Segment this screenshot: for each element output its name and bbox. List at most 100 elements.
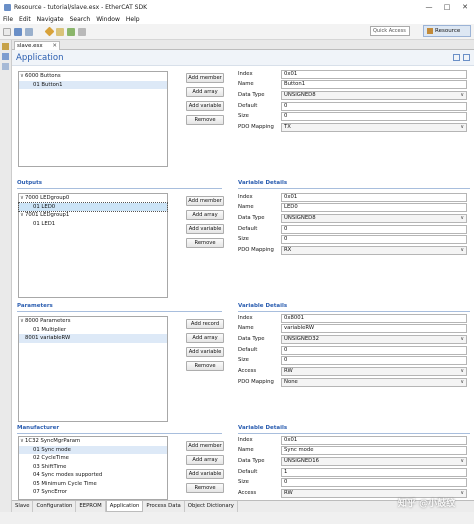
- add-member-button[interactable]: Add member: [186, 73, 224, 83]
- minimize-button[interactable]: —: [420, 3, 438, 11]
- tree-item[interactable]: ∨6000 Buttons: [19, 72, 167, 81]
- outputs-tree[interactable]: ∨7000 LEDgroup0 01 LED0 ∨7001 LEDgroup1 …: [18, 193, 168, 298]
- name-field[interactable]: LED0: [281, 203, 467, 212]
- size-field[interactable]: 0: [281, 235, 467, 244]
- chevron-down-icon: ∨: [460, 368, 464, 374]
- tree-item[interactable]: 01 Button1: [19, 80, 167, 89]
- section-divider: [238, 188, 470, 189]
- add-array-button[interactable]: Add array: [186, 87, 224, 97]
- data-type-select[interactable]: UNSIGNED8 ∨: [281, 91, 467, 100]
- default-field[interactable]: 1: [281, 468, 467, 477]
- run-icon[interactable]: [44, 26, 55, 37]
- menu-file[interactable]: File: [3, 16, 13, 23]
- tree-item[interactable]: 05 Minimum Cycle Time: [19, 480, 167, 489]
- index-field[interactable]: 0x8001: [281, 314, 467, 323]
- size-field[interactable]: 0: [281, 112, 467, 121]
- forward-arrow-icon[interactable]: [78, 27, 86, 36]
- size-field[interactable]: 0: [281, 356, 467, 365]
- add-variable-button[interactable]: Add variable: [186, 224, 224, 234]
- tab-object-dictionary[interactable]: Object Dictionary: [185, 501, 238, 512]
- tree-item[interactable]: 01 Multiplier: [19, 326, 167, 335]
- add-member-button[interactable]: Add member: [186, 196, 224, 206]
- manufacturer-tree[interactable]: ∨1C32 SyncMgrParam 01 Sync mode 02 Cycle…: [18, 436, 168, 500]
- refresh-icon[interactable]: [453, 54, 460, 61]
- access-select[interactable]: RW ∨: [281, 367, 467, 376]
- add-array-button[interactable]: Add array: [186, 333, 224, 343]
- name-field[interactable]: variableRW: [281, 324, 467, 333]
- new-icon[interactable]: [3, 27, 11, 36]
- pdo-mapping-select[interactable]: RX ∨: [281, 246, 467, 255]
- menu-window[interactable]: Window: [96, 16, 120, 23]
- add-variable-button[interactable]: Add variable: [186, 101, 224, 111]
- add-variable-button[interactable]: Add variable: [186, 469, 224, 479]
- tree-item[interactable]: 8001 variableRW: [19, 334, 167, 343]
- menu-search[interactable]: Search: [70, 16, 91, 23]
- property-label: Data Type: [238, 215, 265, 221]
- add-variable-button[interactable]: Add variable: [186, 347, 224, 357]
- remove-button[interactable]: Remove: [186, 483, 224, 493]
- name-field[interactable]: Button1: [281, 80, 467, 89]
- tree-item[interactable]: 07 SyncError: [19, 488, 167, 497]
- data-type-select[interactable]: UNSIGNED16 ∨: [281, 457, 467, 466]
- tab-eeprom[interactable]: EEPROM: [76, 501, 106, 512]
- inputs-tree[interactable]: ∨6000 Buttons 01 Button1: [18, 71, 168, 167]
- tree-item[interactable]: 04 Sync modes supported: [19, 471, 167, 480]
- data-type-select[interactable]: UNSIGNED32 ∨: [281, 335, 467, 344]
- index-field[interactable]: 0x01: [281, 193, 467, 202]
- outline-icon[interactable]: [2, 53, 9, 60]
- tab-slave[interactable]: Slave: [12, 501, 34, 512]
- tree-item[interactable]: 03 ShiftTime: [19, 463, 167, 472]
- tree-item[interactable]: ∨1C32 SyncMgrParam: [19, 437, 167, 446]
- default-field[interactable]: 0: [281, 102, 467, 111]
- save-icon[interactable]: [14, 27, 22, 36]
- menu-edit[interactable]: Edit: [19, 16, 31, 23]
- tab-process-data[interactable]: Process Data: [143, 501, 185, 512]
- tree-item[interactable]: 01 LED0: [18, 201, 168, 212]
- build-icon[interactable]: [56, 27, 64, 36]
- tree-item-label: 07 SyncError: [33, 489, 68, 495]
- tab-configuration[interactable]: Configuration: [33, 501, 77, 512]
- save-all-icon[interactable]: [25, 27, 33, 36]
- add-array-button[interactable]: Add array: [186, 210, 224, 220]
- select-value: RW: [284, 490, 293, 496]
- maximize-button[interactable]: □: [438, 3, 456, 11]
- default-field[interactable]: 0: [281, 346, 467, 355]
- index-field[interactable]: 0x01: [281, 436, 467, 445]
- default-field[interactable]: 0: [281, 225, 467, 234]
- tree-item[interactable]: ∨7000 LEDgroup0: [19, 194, 167, 203]
- remove-button[interactable]: Remove: [186, 361, 224, 371]
- help-icon[interactable]: [463, 54, 470, 61]
- tree-item[interactable]: 01 LED1: [19, 220, 167, 229]
- tree-item-label: 03 ShiftTime: [33, 463, 67, 470]
- remove-button[interactable]: Remove: [186, 238, 224, 248]
- menu-help[interactable]: Help: [126, 16, 140, 23]
- add-array-button[interactable]: Add array: [186, 455, 224, 465]
- tree-item[interactable]: ∨8000 Parameters: [19, 317, 167, 326]
- close-icon[interactable]: ✕: [52, 43, 57, 49]
- property-label: Data Type: [238, 336, 265, 342]
- pdo-mapping-select[interactable]: None ∨: [281, 378, 467, 387]
- left-trim-bar: [0, 40, 12, 524]
- property-label: PDO Mapping: [238, 124, 274, 130]
- pdo-mapping-select[interactable]: TX ∨: [281, 123, 467, 132]
- remove-button[interactable]: Remove: [186, 115, 224, 125]
- close-button[interactable]: ✕: [456, 3, 474, 11]
- parameters-tree[interactable]: ∨8000 Parameters 01 Multiplier 8001 vari…: [18, 316, 168, 422]
- editor-tab-slave[interactable]: slave.esx ✕: [14, 41, 60, 50]
- tree-item[interactable]: 02 CycleTime: [19, 454, 167, 463]
- menu-navigate[interactable]: Navigate: [37, 16, 64, 23]
- name-field[interactable]: Sync mode: [281, 446, 467, 455]
- add-record-button[interactable]: Add record: [186, 319, 224, 329]
- perspective-button[interactable]: Resource: [423, 25, 471, 37]
- data-type-select[interactable]: UNSIGNED8 ∨: [281, 214, 467, 223]
- back-arrow-icon[interactable]: [67, 27, 75, 36]
- index-field[interactable]: 0x01: [281, 70, 467, 79]
- tab-application[interactable]: Application: [105, 501, 144, 512]
- tree-item[interactable]: ∨7001 LEDgroup1: [19, 211, 167, 220]
- tree-item[interactable]: 01 Sync mode: [19, 445, 167, 454]
- size-field[interactable]: 0: [281, 478, 467, 487]
- project-explorer-icon[interactable]: [2, 43, 9, 50]
- add-member-button[interactable]: Add member: [186, 441, 224, 451]
- tasks-icon[interactable]: [2, 63, 9, 70]
- quick-access-input[interactable]: Quick Access: [370, 26, 410, 36]
